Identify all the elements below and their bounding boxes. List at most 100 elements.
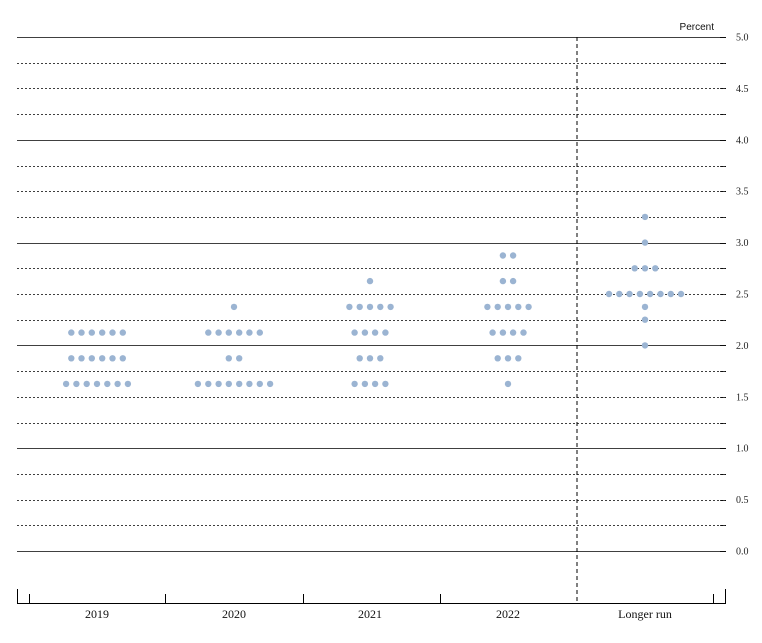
participant-dot xyxy=(205,380,212,388)
participant-dot xyxy=(499,252,507,259)
participant-dot xyxy=(119,329,127,336)
participant-dot xyxy=(616,290,623,298)
participant-dot xyxy=(504,303,512,311)
participant-dot xyxy=(489,329,496,336)
participant-dot xyxy=(515,303,522,311)
participant-dot xyxy=(641,342,649,349)
participant-dot xyxy=(509,329,517,336)
y-tick-label: 3.5 xyxy=(736,187,749,198)
x-category-label: 2020 xyxy=(222,607,246,621)
participant-dot xyxy=(356,355,363,362)
y-tick-label: 0.5 xyxy=(736,495,749,506)
participant-dot xyxy=(194,380,202,388)
participant-dot xyxy=(499,277,507,285)
participant-dot xyxy=(509,252,517,259)
participant-dot xyxy=(78,329,85,336)
participant-dot xyxy=(83,380,90,388)
participant-dot xyxy=(68,329,75,336)
participant-dot xyxy=(104,380,111,388)
participant-dot xyxy=(88,355,96,362)
participant-dot xyxy=(641,303,649,311)
participant-dot xyxy=(78,355,85,362)
participant-dot xyxy=(504,355,512,362)
participant-dot xyxy=(225,380,232,388)
participant-dot xyxy=(361,380,369,388)
participant-dot xyxy=(677,290,685,298)
participant-dot xyxy=(520,329,527,336)
participant-dot xyxy=(504,380,512,388)
participant-dot xyxy=(641,265,649,272)
participant-dot xyxy=(246,380,253,388)
participant-dot xyxy=(346,303,353,311)
participant-dot xyxy=(356,303,363,311)
participant-dot xyxy=(99,355,106,362)
participant-dot xyxy=(366,303,374,311)
participant-dot xyxy=(641,239,649,246)
participant-dot xyxy=(361,329,369,336)
participant-dot xyxy=(387,303,394,311)
participant-dot xyxy=(119,355,127,362)
participant-dot xyxy=(93,380,101,388)
participant-dot xyxy=(667,290,674,298)
participant-dot xyxy=(256,329,263,336)
x-category-label: 2019 xyxy=(85,607,109,621)
y-tick-label: 4.5 xyxy=(736,84,749,95)
participant-dot xyxy=(266,380,274,388)
participant-dot xyxy=(73,380,80,388)
x-category-label: 2022 xyxy=(496,607,520,621)
participant-dot xyxy=(509,277,517,285)
participant-dot xyxy=(236,380,243,388)
participant-dot xyxy=(525,303,532,311)
participant-dot xyxy=(68,355,75,362)
dots-layer xyxy=(62,213,685,388)
participant-dot xyxy=(109,355,116,362)
participant-dot xyxy=(215,329,222,336)
participant-dot xyxy=(382,380,389,388)
participant-dot xyxy=(62,380,70,388)
participant-dot xyxy=(631,265,638,272)
y-tick-label: 2.5 xyxy=(736,290,749,301)
participant-dot xyxy=(484,303,491,311)
participant-dot xyxy=(225,355,232,362)
participant-dot xyxy=(215,380,222,388)
x-category-label: 2021 xyxy=(358,607,382,621)
participant-dot xyxy=(646,290,654,298)
participant-dot xyxy=(382,329,389,336)
y-tick-label: 0.0 xyxy=(736,547,749,558)
x-axis: 2019 2020 2021 2022 Longer run xyxy=(17,589,726,621)
participant-dot xyxy=(652,265,659,272)
participant-dot xyxy=(351,329,358,336)
participant-dot xyxy=(225,329,232,336)
y-tick-label: 4.0 xyxy=(736,135,749,146)
participant-dot xyxy=(636,290,644,298)
participant-dot xyxy=(99,329,106,336)
participant-dot xyxy=(236,355,243,362)
y-tick-label: 1.5 xyxy=(736,392,749,403)
participant-dot xyxy=(366,355,374,362)
participant-dot xyxy=(377,355,384,362)
dot-plot-chart: 5.04.54.03.53.02.52.01.51.00.50.0 2019 20… xyxy=(17,22,749,621)
participant-dot xyxy=(236,329,243,336)
participant-dot xyxy=(494,303,501,311)
participant-dot xyxy=(494,355,501,362)
participant-dot xyxy=(641,316,649,323)
participant-dot xyxy=(515,355,522,362)
y-tick-label: 2.0 xyxy=(736,341,749,352)
y-tick-label: 1.0 xyxy=(736,444,749,455)
participant-dot xyxy=(109,329,116,336)
participant-dot xyxy=(657,290,664,298)
participant-dot xyxy=(371,380,379,388)
participant-dot xyxy=(246,329,253,336)
participant-dot xyxy=(351,380,358,388)
y-tick-label: 3.0 xyxy=(736,238,749,249)
participant-dot xyxy=(641,213,649,221)
participant-dot xyxy=(205,329,212,336)
participant-dot xyxy=(88,329,96,336)
participant-dot xyxy=(626,290,633,298)
participant-dot xyxy=(256,380,263,388)
participant-dot xyxy=(230,303,238,311)
unit-label: Percent xyxy=(680,22,715,33)
participant-dot xyxy=(124,380,132,388)
y-axis-ticks: 5.0 4.5 4.0 3.5 3.0 2.5 2.0 1.5 1.0 0.5 0.0 xyxy=(720,33,749,558)
x-category-label: Longer run xyxy=(618,607,672,621)
